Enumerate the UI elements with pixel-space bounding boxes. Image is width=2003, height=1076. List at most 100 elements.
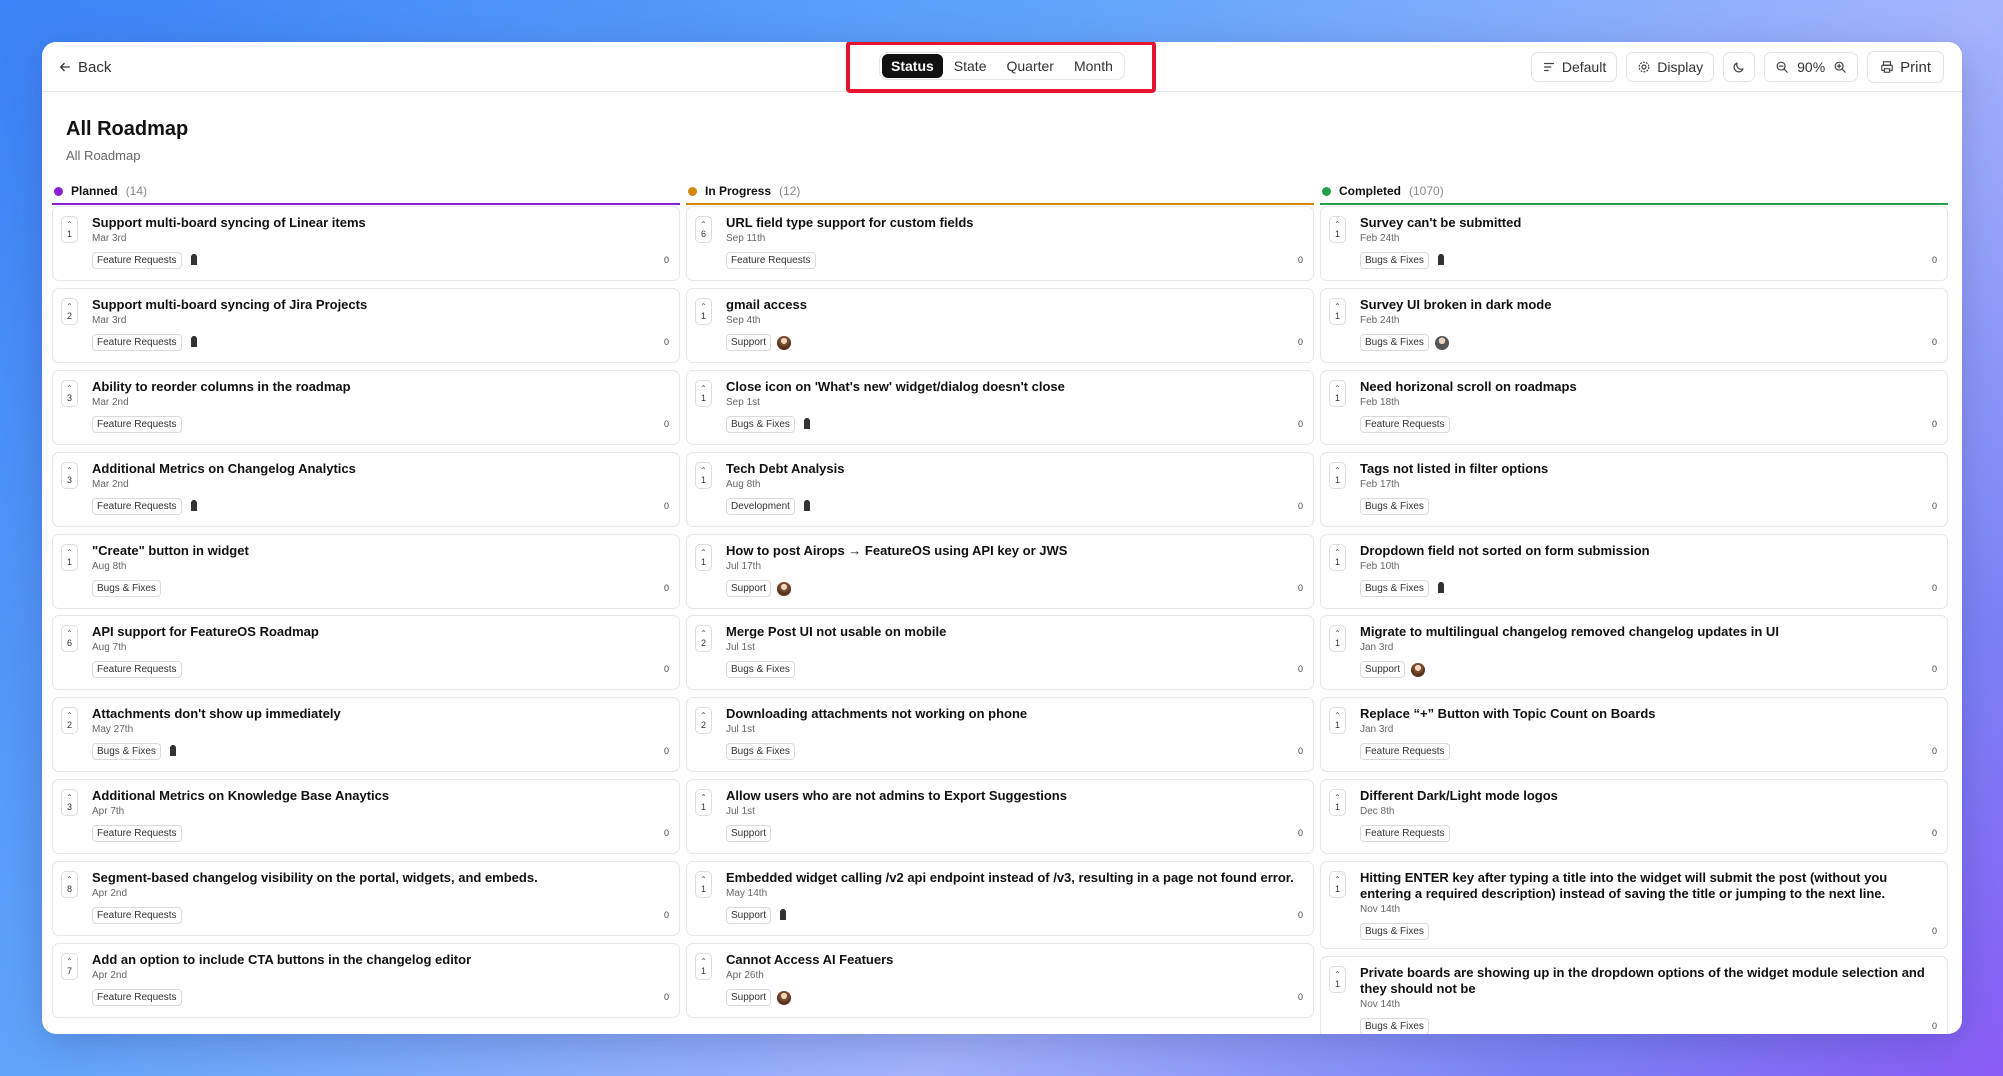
- roadmap-card[interactable]: ⌃ 1 Dropdown field not sorted on form subm…: [1320, 534, 1948, 609]
- card-title[interactable]: Hitting ENTER key after typing a title i…: [1360, 870, 1937, 902]
- upvote-button[interactable]: ⌃ 1: [695, 544, 712, 571]
- card-title[interactable]: Close icon on 'What's new' widget/dialog…: [726, 379, 1303, 395]
- roadmap-card[interactable]: ⌃ 1 How to post Airops → FeatureOS using A…: [686, 534, 1314, 609]
- roadmap-card[interactable]: ⌃ 1 Need horizonal scroll on roadmaps Feb 1…: [1320, 370, 1948, 445]
- upvote-button[interactable]: ⌃ 1: [61, 216, 78, 243]
- board-tag[interactable]: Bugs & Fixes: [726, 416, 795, 433]
- board-tag[interactable]: Feature Requests: [92, 416, 182, 433]
- upvote-button[interactable]: ⌃ 3: [61, 462, 78, 489]
- card-title[interactable]: gmail access: [726, 297, 1303, 313]
- card-title[interactable]: Attachments don't show up immediately: [92, 706, 669, 722]
- card-title[interactable]: "Create" button in widget: [92, 543, 669, 559]
- upvote-button[interactable]: ⌃ 2: [695, 707, 712, 734]
- upvote-button[interactable]: ⌃ 2: [61, 298, 78, 325]
- roadmap-card[interactable]: ⌃ 3 Additional Metrics on Changelog Analyt…: [52, 452, 680, 527]
- roadmap-card[interactable]: ⌃ 2 Downloading attachments not working on…: [686, 697, 1314, 772]
- card-title[interactable]: URL field type support for custom fields: [726, 215, 1303, 231]
- board-tag[interactable]: Support: [726, 989, 772, 1006]
- upvote-button[interactable]: ⌃ 1: [1329, 707, 1346, 734]
- card-title[interactable]: Dropdown field not sorted on form submis…: [1360, 543, 1937, 559]
- upvote-button[interactable]: ⌃ 1: [1329, 871, 1346, 898]
- dark-mode-toggle[interactable]: [1723, 52, 1756, 82]
- roadmap-card[interactable]: ⌃ 1 Allow users who are not admins to Expo…: [686, 779, 1314, 854]
- board-tag[interactable]: Bugs & Fixes: [1360, 334, 1429, 351]
- upvote-button[interactable]: ⌃ 1: [695, 871, 712, 898]
- upvote-button[interactable]: ⌃ 1: [695, 953, 712, 980]
- upvote-button[interactable]: ⌃ 1: [1329, 216, 1346, 243]
- card-title[interactable]: Tech Debt Analysis: [726, 461, 1303, 477]
- card-title[interactable]: Need horizonal scroll on roadmaps: [1360, 379, 1937, 395]
- upvote-button[interactable]: ⌃ 8: [61, 871, 78, 898]
- card-title[interactable]: Merge Post UI not usable on mobile: [726, 624, 1303, 640]
- card-title[interactable]: Allow users who are not admins to Export…: [726, 788, 1303, 804]
- board-tag[interactable]: Support: [726, 334, 772, 351]
- roadmap-card[interactable]: ⌃ 1 Replace “+” Button with Topic Count on…: [1320, 697, 1948, 772]
- board-tag[interactable]: Support: [726, 907, 772, 924]
- board-tag[interactable]: Bugs & Fixes: [92, 580, 161, 597]
- roadmap-card[interactable]: ⌃ 1 Different Dark/Light mode logos Dec 8th…: [1320, 779, 1948, 854]
- board-tag[interactable]: Bugs & Fixes: [1360, 580, 1429, 597]
- roadmap-card[interactable]: ⌃ 1 Private boards are showing up in the d…: [1320, 956, 1948, 1034]
- zoom-out-icon[interactable]: [1775, 60, 1789, 74]
- card-title[interactable]: Migrate to multilingual changelog remove…: [1360, 624, 1937, 640]
- upvote-button[interactable]: ⌃ 1: [695, 380, 712, 407]
- card-title[interactable]: Ability to reorder columns in the roadma…: [92, 379, 669, 395]
- board-tag[interactable]: Bugs & Fixes: [726, 743, 795, 760]
- card-title[interactable]: Different Dark/Light mode logos: [1360, 788, 1937, 804]
- roadmap-card[interactable]: ⌃ 1 Migrate to multilingual changelog remo…: [1320, 615, 1948, 690]
- board-tag[interactable]: Feature Requests: [1360, 825, 1450, 842]
- roadmap-card[interactable]: ⌃ 6 URL field type support for custom fiel…: [686, 206, 1314, 281]
- card-title[interactable]: Embedded widget calling /v2 api endpoint…: [726, 870, 1303, 886]
- card-title[interactable]: Private boards are showing up in the dro…: [1360, 965, 1937, 997]
- board-tag[interactable]: Bugs & Fixes: [1360, 252, 1429, 269]
- board-tag[interactable]: Feature Requests: [92, 661, 182, 678]
- roadmap-card[interactable]: ⌃ 1 Survey UI broken in dark mode Feb 24th B…: [1320, 288, 1948, 363]
- upvote-button[interactable]: ⌃ 1: [1329, 380, 1346, 407]
- upvote-button[interactable]: ⌃ 1: [695, 462, 712, 489]
- board-tag[interactable]: Bugs & Fixes: [1360, 1018, 1429, 1034]
- board-tag[interactable]: Bugs & Fixes: [726, 661, 795, 678]
- card-title[interactable]: Survey can't be submitted: [1360, 215, 1937, 231]
- board-tag[interactable]: Feature Requests: [92, 989, 182, 1006]
- board-tag[interactable]: Feature Requests: [92, 907, 182, 924]
- board-tag[interactable]: Feature Requests: [92, 498, 182, 515]
- roadmap-card[interactable]: ⌃ 3 Ability to reorder columns in the road…: [52, 370, 680, 445]
- upvote-button[interactable]: ⌃ 3: [61, 380, 78, 407]
- board-tag[interactable]: Development: [726, 498, 795, 515]
- card-title[interactable]: Survey UI broken in dark mode: [1360, 297, 1937, 313]
- card-title[interactable]: API support for FeatureOS Roadmap: [92, 624, 669, 640]
- print-button[interactable]: Print: [1867, 51, 1944, 83]
- upvote-button[interactable]: ⌃ 3: [61, 789, 78, 816]
- roadmap-card[interactable]: ⌃ 2 Support multi-board syncing of Jira Pr…: [52, 288, 680, 363]
- card-title[interactable]: Support multi-board syncing of Jira Proj…: [92, 297, 669, 313]
- roadmap-card[interactable]: ⌃ 2 Attachments don't show up immediately M…: [52, 697, 680, 772]
- upvote-button[interactable]: ⌃ 6: [695, 216, 712, 243]
- board-tag[interactable]: Feature Requests: [92, 334, 182, 351]
- roadmap-card[interactable]: ⌃ 3 Additional Metrics on Knowledge Base A…: [52, 779, 680, 854]
- upvote-button[interactable]: ⌃ 1: [1329, 966, 1346, 993]
- upvote-button[interactable]: ⌃ 1: [1329, 789, 1346, 816]
- upvote-button[interactable]: ⌃ 1: [695, 298, 712, 325]
- board-tag[interactable]: Support: [726, 580, 772, 597]
- roadmap-card[interactable]: ⌃ 1 Close icon on 'What's new' widget/dial…: [686, 370, 1314, 445]
- board-tag[interactable]: Bugs & Fixes: [92, 743, 161, 760]
- card-title[interactable]: Tags not listed in filter options: [1360, 461, 1937, 477]
- upvote-button[interactable]: ⌃ 1: [1329, 462, 1346, 489]
- upvote-button[interactable]: ⌃ 1: [1329, 625, 1346, 652]
- board-tag[interactable]: Support: [1360, 661, 1406, 678]
- card-title[interactable]: Add an option to include CTA buttons in …: [92, 952, 669, 968]
- upvote-button[interactable]: ⌃ 6: [61, 625, 78, 652]
- upvote-button[interactable]: ⌃ 1: [1329, 298, 1346, 325]
- board-tag[interactable]: Feature Requests: [92, 252, 182, 269]
- board-tag[interactable]: Feature Requests: [1360, 416, 1450, 433]
- default-sort-button[interactable]: Default: [1530, 52, 1618, 82]
- roadmap-card[interactable]: ⌃ 8 Segment-based changelog visibility on …: [52, 861, 680, 936]
- board-tag[interactable]: Support: [726, 825, 772, 842]
- card-title[interactable]: Support multi-board syncing of Linear it…: [92, 215, 669, 231]
- roadmap-card[interactable]: ⌃ 1 Cannot Access AI Featuers Apr 26th Suppo…: [686, 943, 1314, 1018]
- roadmap-card[interactable]: ⌃ 1 Tech Debt Analysis Aug 8th Development 0: [686, 452, 1314, 527]
- card-title[interactable]: How to post Airops → FeatureOS using API…: [726, 543, 1303, 559]
- roadmap-card[interactable]: ⌃ 1 Embedded widget calling /v2 api endpoi…: [686, 861, 1314, 936]
- display-button[interactable]: Display: [1626, 52, 1715, 82]
- card-title[interactable]: Segment-based changelog visibility on th…: [92, 870, 669, 886]
